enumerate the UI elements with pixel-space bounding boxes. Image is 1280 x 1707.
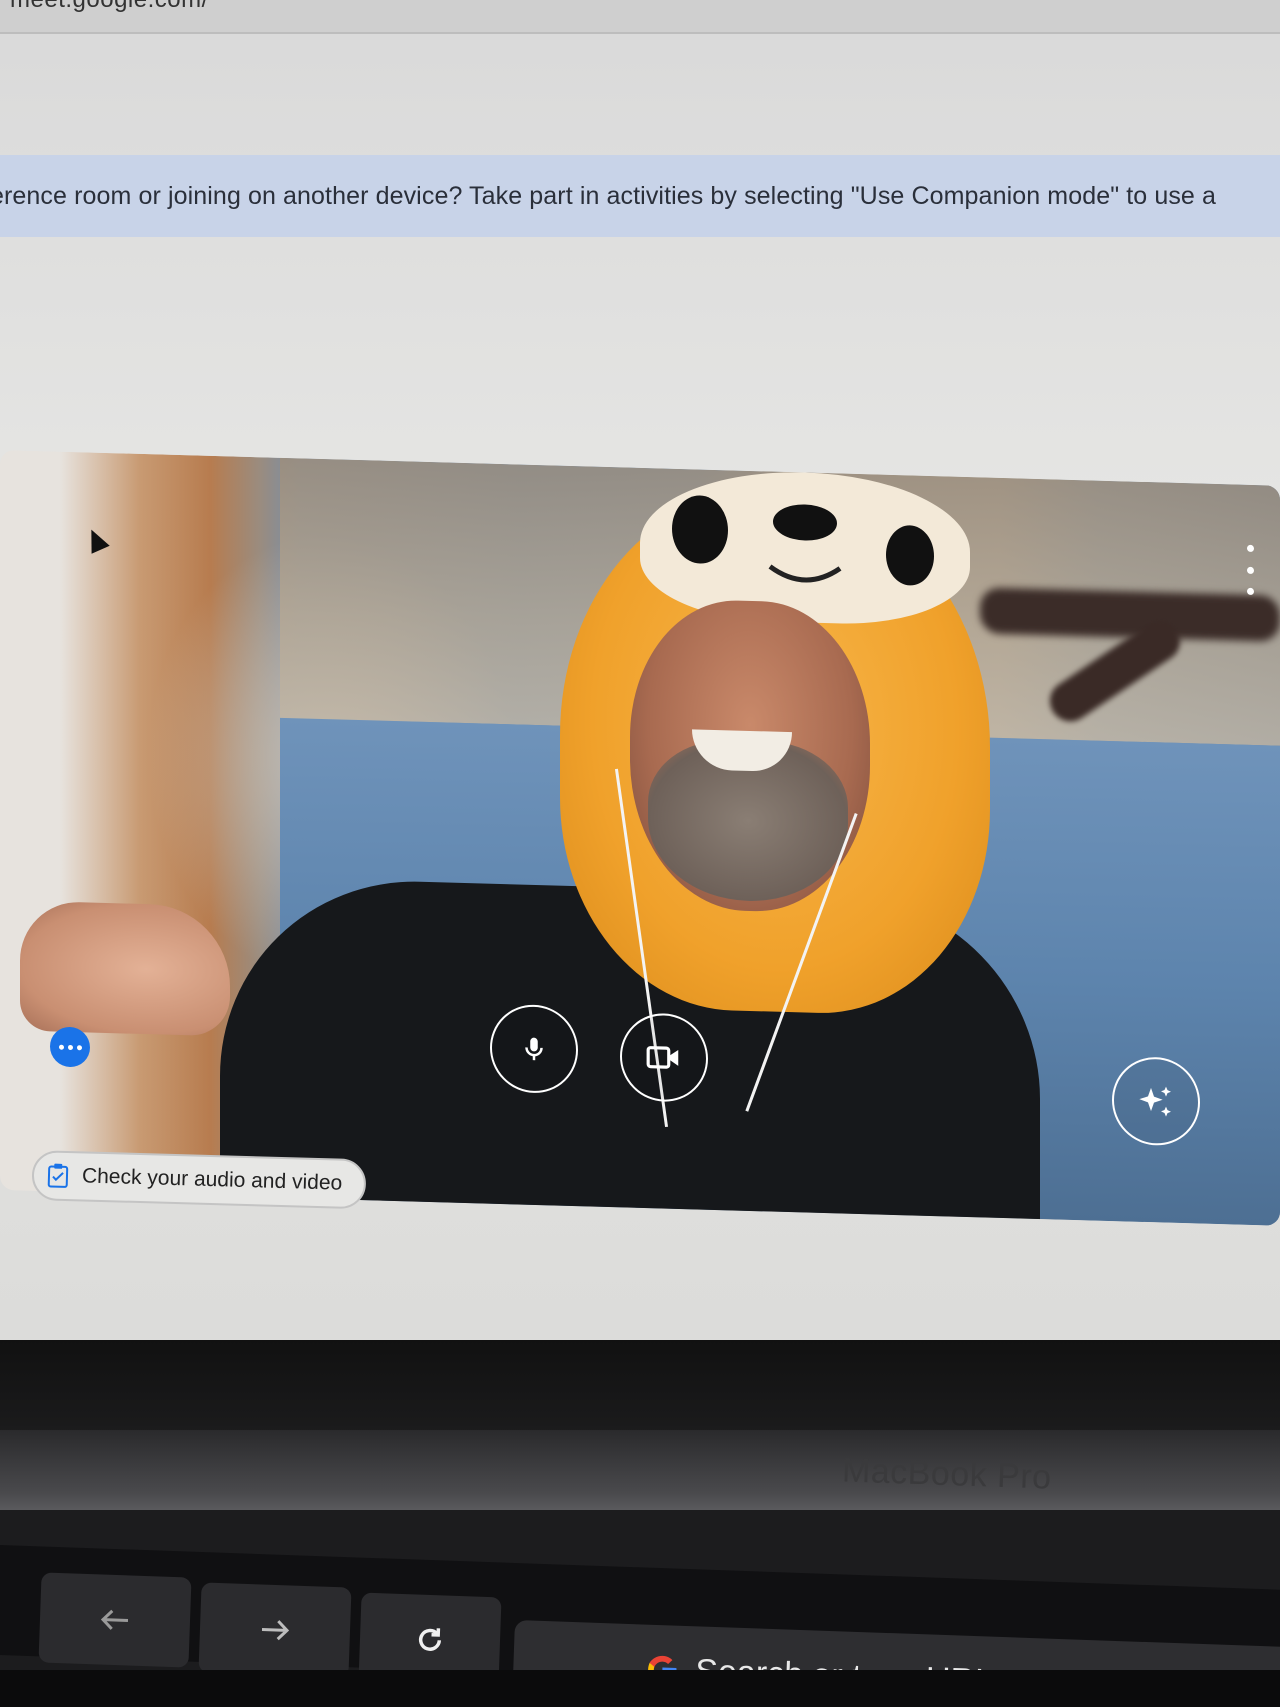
self-video-preview bbox=[0, 450, 1280, 1226]
arrow-right-icon bbox=[261, 1620, 290, 1641]
sparkle-effects-icon bbox=[1139, 1086, 1171, 1117]
horizontal-more-icon[interactable] bbox=[50, 1026, 90, 1068]
vertical-more-icon[interactable] bbox=[1240, 544, 1260, 596]
laptop-hinge bbox=[0, 1430, 1280, 1510]
banner-text: erence room or joining on another device… bbox=[0, 181, 1216, 210]
microphone-icon bbox=[525, 1037, 543, 1061]
mouse-cursor-icon bbox=[82, 525, 110, 554]
touchbar-forward-button[interactable] bbox=[198, 1582, 352, 1678]
arrow-left-icon bbox=[100, 1609, 129, 1630]
touchbar-back-button[interactable] bbox=[38, 1572, 192, 1668]
keyboard-edge bbox=[0, 1670, 1280, 1707]
companion-mode-banner: erence room or joining on another device… bbox=[0, 155, 1280, 237]
clipboard-check-icon bbox=[47, 1163, 69, 1188]
video-camera-icon bbox=[646, 1046, 679, 1069]
check-audio-video-button[interactable]: Check your audio and video bbox=[31, 1150, 367, 1210]
browser-screen: meet.google.com/ erence room or joining … bbox=[0, 0, 1280, 1340]
participant-hand bbox=[20, 900, 230, 1037]
address-bar-text[interactable]: meet.google.com/ bbox=[10, 0, 209, 14]
address-bar[interactable]: meet.google.com/ bbox=[0, 0, 1280, 34]
check-audio-video-label: Check your audio and video bbox=[81, 1164, 343, 1195]
device-brand-label: MacBook Pro bbox=[841, 1451, 1053, 1497]
reload-icon bbox=[418, 1628, 442, 1651]
ceiling-fan bbox=[980, 587, 1280, 642]
